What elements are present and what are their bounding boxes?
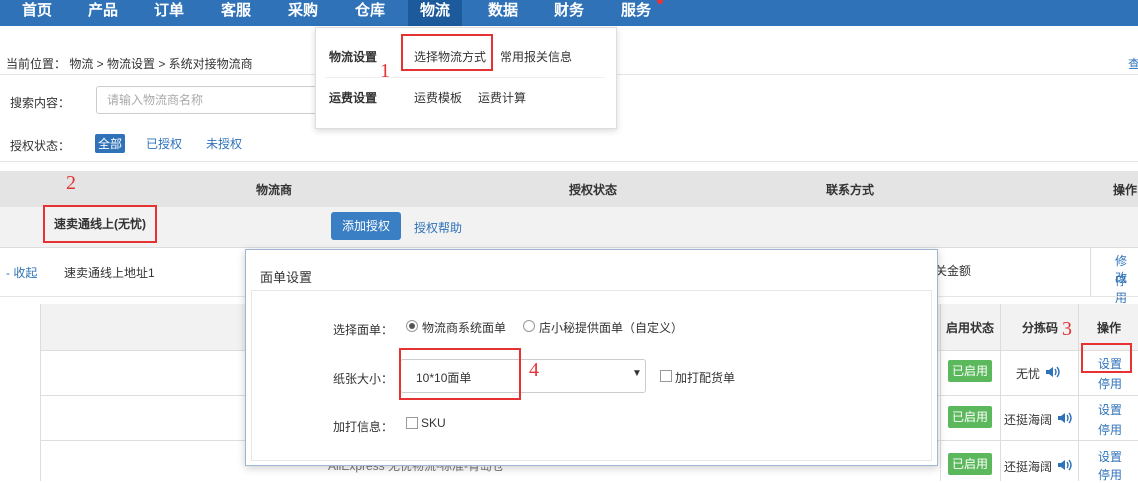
annotation-box-1 [401,34,493,71]
filter-all[interactable]: 全部 [95,134,126,153]
annotation-number-4: 4 [529,359,539,381]
filter-unauthorized[interactable]: 未授权 [206,135,242,152]
address-name: 速卖通线上地址1 [64,266,155,280]
search-input[interactable] [96,86,336,114]
set-link[interactable]: 设置 [1098,448,1122,465]
sub-col-action: 操作 [1097,321,1122,335]
sub-col-code: 分拣码 [1022,321,1059,335]
menu-logistics-settings: 物流设置 [329,50,378,64]
choose-label-label: 选择面单： [333,323,394,337]
status-badge: 已启用 [948,360,992,382]
col-carrier: 物流商 [256,183,293,197]
radio-system-label[interactable] [406,320,418,332]
print-goods-checkbox[interactable] [660,370,672,382]
annotation-number-1: 1 [380,60,390,82]
disable-link[interactable]: 停用 [1115,272,1138,306]
menu-customs-info[interactable]: 常用报关信息 [500,48,572,65]
set-link[interactable]: 设置 [1098,401,1122,418]
status-badge: 已启用 [948,453,992,475]
speaker-icon[interactable] [1056,410,1072,426]
nav-data[interactable]: 数据 [488,0,518,26]
annotation-number-2: 2 [66,172,76,194]
nav-services[interactable]: 服务 [621,0,651,26]
sku-checkbox[interactable] [406,417,418,429]
speaker-icon[interactable] [1056,457,1072,473]
filter-authorized[interactable]: 已授权 [146,135,182,152]
annotation-number-3: 3 [1062,318,1072,340]
nav-finance[interactable]: 财务 [554,0,584,26]
menu-freight-template[interactable]: 运费模板 [414,89,462,106]
auth-help-link[interactable]: 授权帮助 [414,219,462,236]
option-custom-label: 店小秘提供面单（自定义） [539,321,684,335]
divider [1090,248,1091,296]
annotation-box-2 [43,205,157,243]
table-header: 物流商 授权状态 联系方式 操作 [0,171,1138,207]
nav-warehouse[interactable]: 仓库 [355,0,385,26]
sort-code: 无忧 [1016,367,1041,381]
col-action: 操作 [1113,183,1138,197]
sku-label: SKU [421,416,446,430]
search-label: 搜索内容： [10,96,71,110]
chevron-down-icon: ▼ [632,368,642,379]
col-auth-status: 授权状态 [569,183,618,197]
radio-custom-label[interactable] [523,320,535,332]
col-contact: 联系方式 [826,183,875,197]
print-goods-label: 加打配货单 [675,371,736,385]
nav-purchase[interactable]: 采购 [288,0,318,26]
sub-col-status: 启用状态 [946,321,995,335]
paper-size-label: 纸张大小： [333,372,394,386]
status-badge: 已启用 [948,406,992,428]
auth-status-label: 授权状态： [10,139,71,153]
add-auth-button[interactable]: 添加授权 [331,212,401,240]
menu-freight-settings: 运费设置 [329,91,378,105]
option-system-label: 物流商系统面单 [422,321,507,335]
disable-link[interactable]: 停用 [1098,466,1122,483]
nav-customer-service[interactable]: 客服 [221,0,251,26]
disable-link[interactable]: 停用 [1098,421,1122,438]
menu-freight-calc[interactable]: 运费计算 [478,89,526,106]
notification-dot [657,0,663,4]
sort-code: 还挺海阔 [1004,413,1053,427]
disable-link[interactable]: 停用 [1098,375,1122,392]
annotation-box-4 [399,348,521,400]
annotation-box-3 [1081,343,1132,373]
modal-title: 面单设置 [260,270,313,285]
nav-logistics[interactable]: 物流 [408,0,463,26]
collapse-link[interactable]: - 收起 [6,264,37,281]
sort-code: 还挺海阔 [1004,460,1053,474]
divider [0,161,1138,162]
divider [1078,304,1079,481]
top-nav-bar: 首页 产品 订单 客服 采购 仓库 物流 数据 财务 服务 [0,0,1138,26]
divider [940,304,941,481]
nav-home[interactable]: 首页 [22,0,52,26]
carrier-group-row [0,207,1138,248]
nav-orders[interactable]: 订单 [154,0,184,26]
print-info-label: 加打信息： [333,420,394,434]
divider [1000,304,1001,481]
speaker-icon[interactable] [1044,364,1060,380]
breadcrumb: 当前位置： 物流 > 物流设置 > 系统对接物流商 [6,57,253,71]
row-right-text: 关金额 [935,264,972,278]
top-right-link[interactable]: 查 [1128,55,1138,72]
nav-products[interactable]: 产品 [88,0,118,26]
divider [325,77,605,78]
